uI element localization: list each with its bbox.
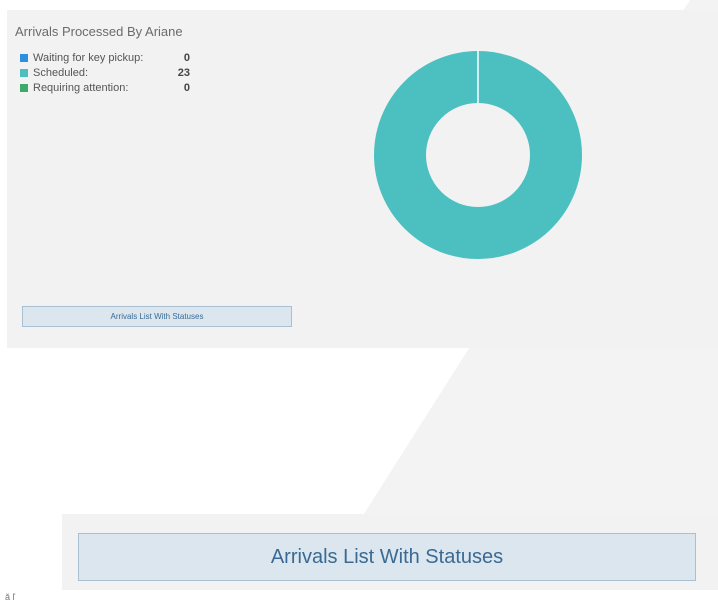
legend-label: Scheduled: (33, 66, 89, 79)
status-legend: Waiting for key pickup: 0 Scheduled: 23 … (20, 50, 190, 95)
legend-count: 23 (177, 66, 190, 79)
zoomed-button-strip: Arrivals List With Statuses (62, 514, 718, 590)
corner-text: ă ľ (5, 592, 16, 602)
legend-item-scheduled: Scheduled: 23 (20, 65, 190, 80)
legend-swatch (20, 68, 28, 77)
arrivals-donut-chart (374, 50, 582, 259)
arrivals-list-button-zoomed[interactable]: Arrivals List With Statuses (78, 533, 696, 581)
legend-label: Requiring attention: (33, 81, 129, 94)
legend-label: Waiting for key pickup: (33, 51, 144, 64)
legend-swatch (20, 53, 28, 62)
arrivals-list-button[interactable]: Arrivals List With Statuses (22, 306, 292, 327)
legend-item-waiting: Waiting for key pickup: 0 (20, 50, 190, 65)
legend-count: 0 (183, 51, 190, 64)
legend-swatch (20, 83, 28, 92)
legend-count: 0 (183, 81, 190, 94)
arrivals-widget-panel: Arrivals Processed By Ariane Waiting for… (7, 10, 718, 348)
widget-title: Arrivals Processed By Ariane (15, 24, 183, 39)
legend-item-requiring-attention: Requiring attention: 0 (20, 80, 190, 95)
